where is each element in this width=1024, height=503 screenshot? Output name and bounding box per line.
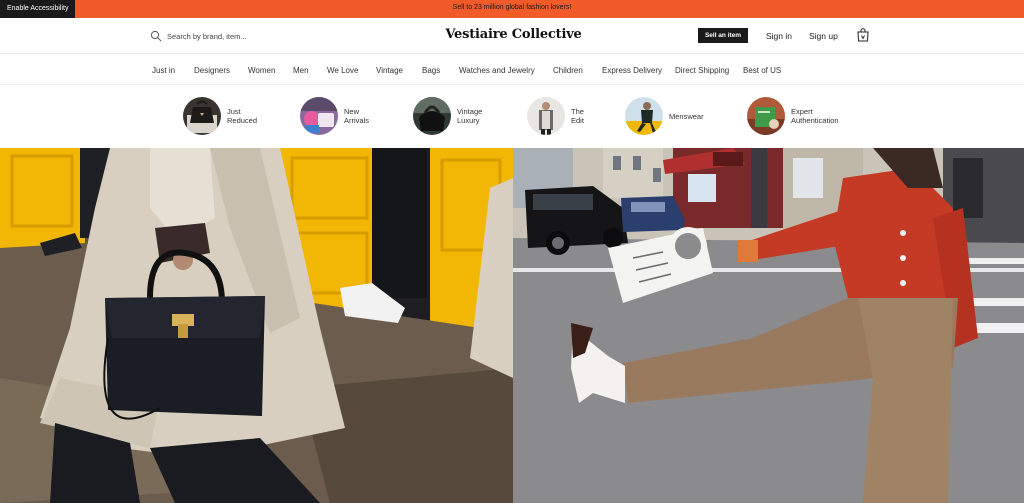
hero-right-photo — [513, 148, 1024, 503]
nav-item-bags[interactable]: Bags — [422, 66, 440, 75]
nav-item-designers[interactable]: Designers — [194, 66, 230, 75]
nav-item-we-love[interactable]: We Love — [327, 66, 358, 75]
enable-accessibility-button[interactable]: Enable Accessibility — [0, 0, 76, 18]
vintage-luxury-thumbnail — [413, 97, 451, 135]
nav-item-children[interactable]: Children — [553, 66, 583, 75]
nav-item-best-of-us[interactable]: Best of US — [743, 66, 781, 75]
search-icon — [150, 30, 162, 42]
shortcut-label-line2: Authentication — [791, 116, 839, 125]
sign-in-link[interactable]: Sign in — [766, 31, 792, 41]
shortcut-just-reduced[interactable]: Just Reduced — [183, 97, 273, 135]
hero-image-right[interactable] — [513, 148, 1024, 503]
shortcut-label-line2: Reduced — [227, 116, 258, 125]
search-bar[interactable] — [150, 29, 320, 43]
nav-item-men[interactable]: Men — [293, 66, 309, 75]
shortcut-label-line2: Luxury — [457, 116, 480, 125]
nav-item-express-delivery[interactable]: Express Delivery — [602, 66, 662, 75]
just-reduced-thumbnail — [183, 97, 221, 135]
shortcut-vintage-luxury[interactable]: Vintage Luxury — [413, 97, 503, 135]
the-edit-thumbnail — [527, 97, 565, 135]
expert-authentication-thumbnail — [747, 97, 785, 135]
shortcut-expert-authentication[interactable]: Expert Authentication — [747, 97, 839, 135]
new-arrivals-thumbnail — [300, 97, 338, 135]
shortcut-label-line1: Menswear — [669, 111, 704, 121]
hero-image-left[interactable] — [0, 148, 513, 503]
shortcut-the-edit[interactable]: The Edit — [527, 97, 617, 135]
shortcut-new-arrivals[interactable]: New Arrivals — [300, 97, 390, 135]
shopping-bag-icon[interactable] — [857, 28, 869, 42]
nav-item-direct-shipping[interactable]: Direct Shipping — [675, 66, 729, 75]
shortcut-menswear[interactable]: Menswear — [625, 97, 715, 135]
shortcut-label-line1: The — [571, 107, 584, 116]
shortcut-label-line2: Arrivals — [344, 116, 370, 125]
shortcut-label-line1: New — [344, 107, 360, 116]
main-nav: Just in Designers Women Men We Love Vint… — [0, 54, 1024, 85]
promo-bar: Sell to 23 million global fashion lovers… — [0, 0, 1024, 18]
shortcut-label-line1: Vintage — [457, 107, 483, 116]
nav-item-women[interactable]: Women — [248, 66, 275, 75]
site-header: Vestiaire Collective Sell an item Sign i… — [0, 18, 1024, 54]
shortcut-label-line2: Edit — [571, 116, 584, 125]
menswear-thumbnail — [625, 97, 663, 135]
category-shortcuts: Just Reduced New Arrivals Vintage Luxury Th… — [0, 85, 1024, 148]
site-logo[interactable]: Vestiaire Collective — [436, 27, 591, 42]
sign-up-link[interactable]: Sign up — [809, 31, 838, 41]
shortcut-label-line1: Just — [227, 107, 241, 116]
nav-item-just-in[interactable]: Just in — [152, 66, 175, 75]
shortcut-label-line1: Expert — [791, 107, 813, 116]
nav-item-vintage[interactable]: Vintage — [376, 66, 403, 75]
promo-message[interactable]: Sell to 23 million global fashion lovers… — [0, 4, 1024, 11]
sell-item-button[interactable]: Sell an item — [698, 28, 748, 43]
nav-item-watches-jewelry[interactable]: Watches and Jewelry — [459, 66, 535, 75]
hero-left-photo — [0, 148, 513, 503]
search-input[interactable] — [167, 31, 307, 41]
